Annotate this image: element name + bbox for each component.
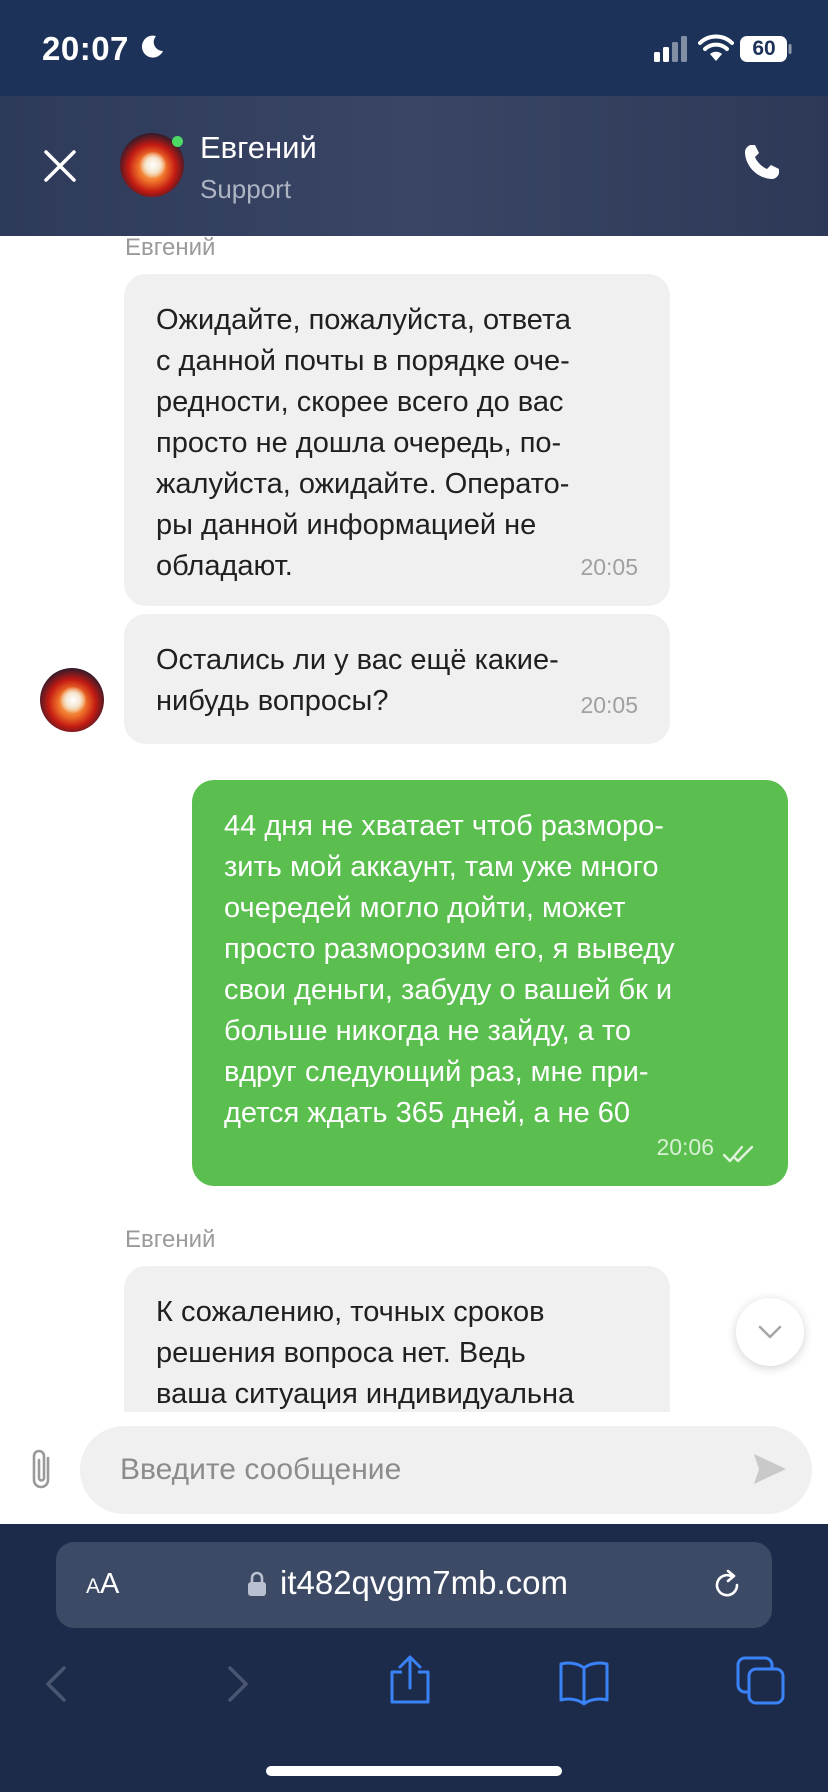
- read-checkmarks-icon: [722, 1145, 754, 1163]
- online-indicator: [172, 136, 183, 147]
- reload-icon[interactable]: [710, 1568, 744, 1602]
- url-text: it482qvgm7mb.com: [280, 1564, 568, 1601]
- battery-level: 60: [752, 37, 776, 60]
- wifi-icon: [698, 34, 734, 61]
- share-icon[interactable]: [384, 1654, 436, 1706]
- text-size-button[interactable]: AA: [86, 1568, 119, 1601]
- message-text: 44 дня не хватает чтоб разморо- зить мой…: [224, 810, 675, 1129]
- message-time: 20:05: [580, 692, 638, 718]
- contact-subtitle: Support: [200, 174, 292, 204]
- message-text: Ожидайте, пожалуйста, ответа с данной по…: [156, 304, 572, 582]
- browser-toolbar: AA it482qvgm7mb.com: [0, 1524, 828, 1792]
- outgoing-message[interactable]: 44 дня не хватает чтоб разморо- зить мой…: [192, 780, 788, 1186]
- back-icon[interactable]: [34, 1660, 82, 1708]
- message-input[interactable]: [80, 1426, 812, 1514]
- status-bar: 20:07 60: [0, 0, 828, 96]
- lock-icon: [248, 1571, 266, 1596]
- incoming-message[interactable]: К сожалению, точных сроков решения вопро…: [124, 1266, 670, 1412]
- contact-name: Евгений: [200, 130, 317, 165]
- bookmarks-icon[interactable]: [558, 1658, 610, 1706]
- message-time: 20:05: [580, 554, 638, 580]
- chat-header: Евгений Support: [0, 96, 828, 236]
- tabs-icon[interactable]: [736, 1656, 786, 1706]
- status-time: 20:07: [42, 30, 129, 67]
- paperclip-icon[interactable]: [26, 1448, 58, 1492]
- moon-icon: [141, 35, 163, 58]
- signal-icon: [654, 36, 687, 62]
- phone-icon[interactable]: [742, 142, 782, 182]
- chevron-down-icon: [758, 1325, 782, 1339]
- message-text: К сожалению, точных сроков решения вопро…: [156, 1296, 575, 1410]
- message-text: Остались ли у вас ещё какие- нибудь вопр…: [156, 644, 559, 717]
- incoming-message[interactable]: Ожидайте, пожалуйста, ответа с данной по…: [124, 274, 670, 606]
- sender-avatar: [40, 668, 104, 732]
- close-icon[interactable]: [40, 146, 80, 186]
- send-icon[interactable]: [752, 1452, 788, 1486]
- message-sender: Евгений: [125, 1226, 216, 1253]
- forward-icon[interactable]: [212, 1660, 260, 1708]
- address-bar[interactable]: AA it482qvgm7mb.com: [56, 1542, 772, 1628]
- composer: [0, 1412, 828, 1524]
- incoming-message[interactable]: Остались ли у вас ещё какие- нибудь вопр…: [124, 614, 670, 744]
- message-list[interactable]: Евгений Ожидайте, пожалуйста, ответа с д…: [0, 236, 828, 1412]
- home-indicator: [266, 1766, 562, 1776]
- message-time: 20:06: [656, 1134, 714, 1160]
- message-sender: Евгений: [125, 236, 216, 261]
- scroll-to-bottom-button[interactable]: [736, 1298, 804, 1366]
